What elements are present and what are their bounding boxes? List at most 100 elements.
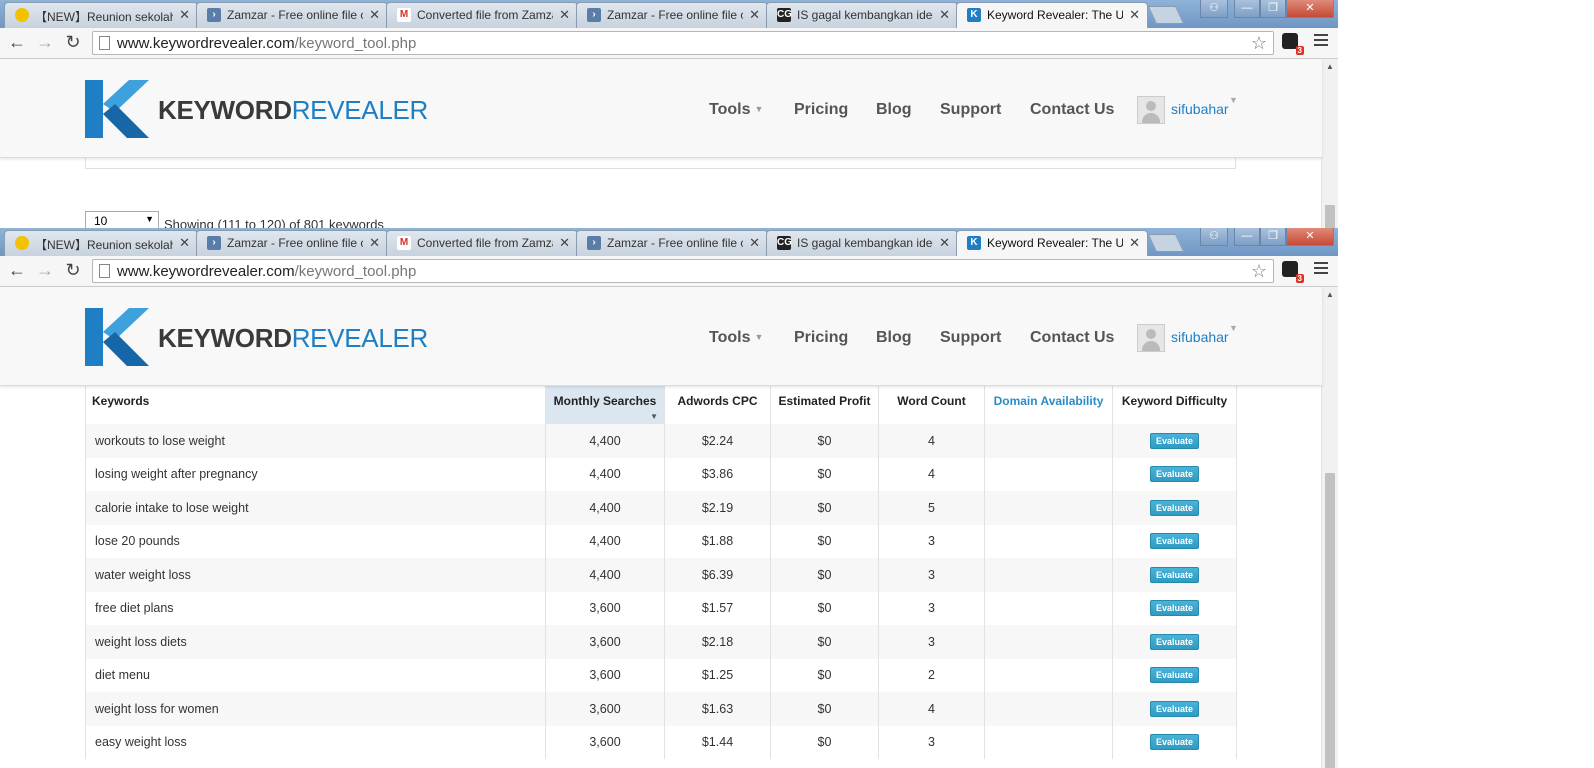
extension-icon[interactable]: 3 [1282, 33, 1304, 55]
nav-blog[interactable]: Blog [876, 329, 912, 347]
minimize-button[interactable]: — [1234, 0, 1260, 18]
nav-pricing[interactable]: Pricing [794, 329, 848, 347]
estimated-profit-cell: $0 [770, 625, 879, 659]
maximize-button[interactable]: ❐ [1260, 228, 1286, 246]
nav-support[interactable]: Support [940, 329, 1001, 347]
nav-tools[interactable]: Tools ▼ [709, 329, 763, 347]
evaluate-button[interactable]: Evaluate [1149, 633, 1200, 650]
username-link[interactable]: sifubahar [1171, 329, 1229, 345]
menu-icon[interactable] [1314, 262, 1328, 277]
tab-close-icon[interactable]: ✕ [1129, 235, 1140, 251]
browser-tab[interactable]: M Converted file from Zamza ✕ [386, 230, 578, 256]
evaluate-button[interactable]: Evaluate [1149, 700, 1200, 717]
maximize-button[interactable]: ❐ [1260, 0, 1286, 18]
avatar[interactable] [1137, 324, 1165, 352]
evaluate-button[interactable]: Evaluate [1149, 667, 1200, 684]
header-estimated-profit[interactable]: Estimated Profit [770, 386, 879, 424]
chevron-down-icon[interactable]: ▼ [1229, 323, 1238, 333]
browser-tab[interactable]: 【NEW】Reunion sekolah ✕ [4, 2, 198, 28]
forward-icon[interactable]: → [34, 260, 56, 281]
scrollbar-thumb[interactable] [1325, 473, 1335, 768]
keyword-difficulty-cell: Evaluate [1112, 524, 1237, 558]
tab-close-icon[interactable]: ✕ [369, 7, 380, 23]
address-bar[interactable]: www.keywordrevealer.com/keyword_tool.php… [92, 31, 1274, 55]
nav-blog[interactable]: Blog [876, 101, 912, 119]
tab-close-icon[interactable]: ✕ [939, 235, 950, 251]
browser-tab[interactable]: › Zamzar - Free online file co ✕ [196, 230, 388, 256]
tab-title: 【NEW】Reunion sekolah [35, 238, 173, 252]
menu-icon[interactable] [1314, 34, 1328, 49]
browser-tab[interactable]: CG IS gagal kembangkan idec ✕ [766, 2, 958, 28]
evaluate-button[interactable]: Evaluate [1149, 533, 1200, 550]
tab-close-icon[interactable]: ✕ [179, 235, 190, 251]
tab-close-icon[interactable]: ✕ [749, 235, 760, 251]
nav-contact[interactable]: Contact Us [1030, 101, 1114, 119]
adwords-cpc-cell: $1.88 [664, 524, 771, 558]
tab-close-icon[interactable]: ✕ [1129, 7, 1140, 23]
browser-tab[interactable]: 【NEW】Reunion sekolah ✕ [4, 230, 198, 256]
scroll-up-icon[interactable]: ▲ [1326, 62, 1334, 71]
header-keywords[interactable]: Keywords [85, 386, 546, 424]
scrollbar[interactable]: ▲ [1321, 287, 1338, 768]
tab-close-icon[interactable]: ✕ [179, 7, 190, 23]
reload-icon[interactable]: ↻ [62, 32, 84, 53]
evaluate-button[interactable]: Evaluate [1149, 466, 1200, 483]
evaluate-button[interactable]: Evaluate [1149, 499, 1200, 516]
extension-icon[interactable]: 3 [1282, 261, 1304, 283]
evaluate-button[interactable]: Evaluate [1149, 566, 1200, 583]
evaluate-button[interactable]: Evaluate [1149, 600, 1200, 617]
per-page-select[interactable]: 10 ▼ [85, 211, 159, 228]
nav-contact[interactable]: Contact Us [1030, 329, 1114, 347]
browser-tab[interactable]: › Zamzar - Free online file co ✕ [196, 2, 388, 28]
scroll-up-icon[interactable]: ▲ [1326, 290, 1334, 299]
browser-tab[interactable]: › Zamzar - Free online file co ✕ [576, 2, 768, 28]
back-icon[interactable]: ← [6, 32, 28, 53]
keyword-cell: weight loss diets [85, 625, 546, 659]
keyword-difficulty-cell: Evaluate [1112, 658, 1237, 692]
address-bar[interactable]: www.keywordrevealer.com/keyword_tool.php… [92, 259, 1274, 283]
tab-close-icon[interactable]: ✕ [939, 7, 950, 23]
chevron-down-icon: ▼ [754, 104, 764, 114]
header-monthly-searches[interactable]: Monthly Searches ▼ [545, 386, 665, 424]
browser-tab-active[interactable]: K Keyword Revealer: The Ult ✕ [956, 230, 1148, 257]
tab-close-icon[interactable]: ✕ [559, 7, 570, 23]
tab-close-icon[interactable]: ✕ [369, 235, 380, 251]
header-domain-availability[interactable]: Domain Availability [984, 386, 1113, 424]
nav-support[interactable]: Support [940, 101, 1001, 119]
browser-tab[interactable]: CG IS gagal kembangkan idec ✕ [766, 230, 958, 256]
page-viewport: KEYWORDREVEALER Tools ▼ Pricing Blog Supp… [0, 287, 1338, 768]
back-icon[interactable]: ← [6, 260, 28, 281]
evaluate-button[interactable]: Evaluate [1149, 734, 1200, 751]
extension-badge: 3 [1295, 46, 1304, 55]
username-link[interactable]: sifubahar [1171, 101, 1229, 117]
nav-pricing[interactable]: Pricing [794, 101, 848, 119]
tab-close-icon[interactable]: ✕ [559, 235, 570, 251]
scrollbar-thumb[interactable] [1325, 205, 1335, 228]
bookmark-star-icon[interactable]: ☆ [1251, 33, 1267, 54]
user-icon[interactable]: ⚇ [1200, 228, 1228, 246]
minimize-button[interactable]: — [1234, 228, 1260, 246]
table-row: lose 20 pounds 4,400 $1.88 $0 3 Evaluate [85, 524, 1237, 558]
browser-tab[interactable]: M Converted file from Zamza ✕ [386, 2, 578, 28]
nav-tools[interactable]: Tools ▼ [709, 101, 763, 119]
close-window-button[interactable]: ✕ [1286, 228, 1334, 246]
domain-availability-cell [984, 558, 1113, 592]
header-adwords-cpc[interactable]: Adwords CPC [664, 386, 771, 424]
browser-tab-active[interactable]: K Keyword Revealer: The Ult ✕ [956, 2, 1148, 29]
evaluate-button[interactable]: Evaluate [1149, 432, 1200, 449]
keyword-cell: water weight loss [85, 558, 546, 592]
bookmark-star-icon[interactable]: ☆ [1251, 261, 1267, 282]
user-icon[interactable]: ⚇ [1200, 0, 1228, 18]
new-tab-button[interactable] [1147, 6, 1185, 24]
new-tab-button[interactable] [1147, 234, 1185, 252]
scrollbar[interactable]: ▲ [1321, 59, 1338, 228]
close-window-button[interactable]: ✕ [1286, 0, 1334, 18]
avatar[interactable] [1137, 96, 1165, 124]
header-word-count[interactable]: Word Count [878, 386, 985, 424]
reload-icon[interactable]: ↻ [62, 260, 84, 281]
browser-tab[interactable]: › Zamzar - Free online file co ✕ [576, 230, 768, 256]
header-keyword-difficulty[interactable]: Keyword Difficulty [1112, 386, 1237, 424]
forward-icon[interactable]: → [34, 32, 56, 53]
chevron-down-icon[interactable]: ▼ [1229, 95, 1238, 105]
tab-close-icon[interactable]: ✕ [749, 7, 760, 23]
